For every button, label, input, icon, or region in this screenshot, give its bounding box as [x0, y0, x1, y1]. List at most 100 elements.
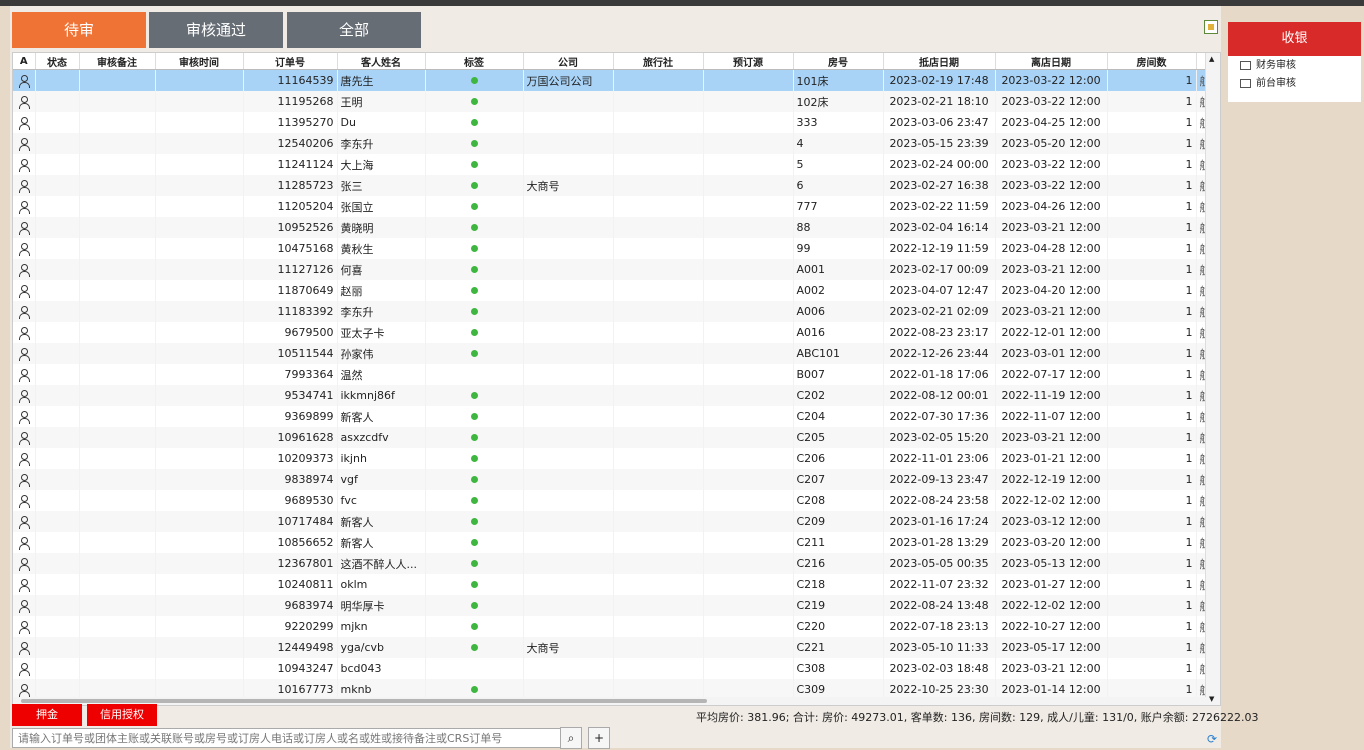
table-row[interactable]: 9679500 亚太子卡 A016 2022-08-23 23:17 2022-12-0… [13, 322, 1207, 343]
table-cell [13, 238, 36, 259]
column-header[interactable]: 状态 [35, 53, 80, 70]
column-header[interactable]: 订单号 [243, 53, 338, 70]
column-header[interactable]: 预订源 [703, 53, 794, 70]
table-cell [703, 616, 794, 637]
deposit-button[interactable]: 押金 [12, 704, 82, 726]
table-cell [703, 490, 794, 511]
table-cell [35, 217, 80, 238]
table-row[interactable]: 7993364 温然 B007 2022-01-18 17:06 2022-07-17 … [13, 364, 1207, 385]
table-cell [703, 574, 794, 595]
table-row[interactable]: 10961628 asxzcdfv C205 2023-02-05 15:20 2023… [13, 427, 1207, 448]
table-cell [613, 259, 704, 280]
search-button[interactable]: ⌕ [560, 727, 582, 749]
table-row[interactable]: 10209373 ikjnh C206 2022-11-01 23:06 2023-01… [13, 448, 1207, 469]
guest-name: yga/cvb [337, 637, 426, 658]
column-header[interactable]: 离店日期 [995, 53, 1108, 70]
table-cell [425, 595, 524, 616]
vertical-scrollbar[interactable]: ▲ ▼ [1205, 53, 1220, 705]
column-header[interactable]: 审核备注 [79, 53, 156, 70]
horizontal-scrollbar[interactable] [13, 697, 1206, 705]
room-number: 99 [793, 238, 884, 259]
table-cell [79, 259, 156, 280]
order-grid: A 状态 审核备注 审核时间 订单号 客人姓名 标签 公司 旅行社 预订源 房号 抵店日期 离店日期 房间… [12, 52, 1221, 706]
column-header[interactable]: 标签 [425, 53, 524, 70]
table-cell [79, 511, 156, 532]
table-cell [79, 490, 156, 511]
add-button[interactable]: + [588, 727, 610, 749]
table-row[interactable]: 11285723 张三 大商号 6 2023-02-27 16:38 2023-03-22… [13, 175, 1207, 196]
table-row[interactable]: 9683974 明华厚卡 C219 2022-08-24 13:48 2022-12-0… [13, 595, 1207, 616]
table-row[interactable]: 10952526 黄晓明 88 2023-02-04 16:14 2023-03-21 … [13, 217, 1207, 238]
table-row[interactable]: 10856652 新客人 C211 2023-01-28 13:29 2023-03-2… [13, 532, 1207, 553]
table-cell [79, 91, 156, 112]
search-input[interactable] [12, 728, 568, 748]
tab-approved[interactable]: 审核通过 [149, 12, 283, 48]
table-row[interactable]: 12367801 这酒不醉人人... C216 2023-05-05 00:35 202… [13, 553, 1207, 574]
column-header[interactable]: 抵店日期 [883, 53, 996, 70]
table-row[interactable]: 11127126 何喜 A001 2023-02-17 00:09 2023-03-21… [13, 259, 1207, 280]
cashier-header[interactable]: 收银 [1228, 22, 1361, 56]
tag-dot-icon [470, 518, 478, 525]
finance-audit-item[interactable]: 财务审核 [1228, 58, 1361, 74]
table-row[interactable]: 10511544 孙家伟 ABC101 2022-12-26 23:44 2023-03… [13, 343, 1207, 364]
table-cell [155, 343, 244, 364]
column-header[interactable]: 客人姓名 [337, 53, 426, 70]
table-row[interactable]: 10943247 bcd043 C308 2023-02-03 18:48 2023-0… [13, 658, 1207, 679]
table-cell [155, 364, 244, 385]
arrival-date: 2022-01-18 17:06 [883, 364, 996, 385]
company-name [523, 595, 614, 616]
company-name [523, 112, 614, 133]
scroll-up-icon[interactable]: ▲ [1209, 55, 1214, 63]
table-row[interactable]: 10717484 新客人 C209 2023-01-16 17:24 2023-03-1… [13, 511, 1207, 532]
table-cell [35, 406, 80, 427]
order-number: 10209373 [243, 448, 338, 469]
table-row[interactable]: 11395270 Du 333 2023-03-06 23:47 2023-04-25 … [13, 112, 1207, 133]
table-row[interactable]: 11183392 李东升 A006 2023-02-21 02:09 2023-03-2… [13, 301, 1207, 322]
column-header[interactable]: 审核时间 [155, 53, 244, 70]
departure-date: 2023-05-13 12:00 [995, 553, 1108, 574]
company-name [523, 133, 614, 154]
departure-date: 2023-04-28 12:00 [995, 238, 1108, 259]
table-cell [79, 196, 156, 217]
table-row[interactable]: 11164539 唐先生 万国公司公司 101床 2023-02-19 17:48 202… [13, 69, 1207, 91]
table-row[interactable]: 9689530 fvc C208 2022-08-24 23:58 2022-12-02… [13, 490, 1207, 511]
table-row[interactable]: 9534741 ikkmnj86f C202 2022-08-12 00:01 2022… [13, 385, 1207, 406]
credit-auth-button[interactable]: 信用授权 [87, 704, 157, 726]
refresh-icon[interactable]: ⟳ [1207, 732, 1217, 746]
order-number: 11183392 [243, 301, 338, 322]
table-row[interactable]: 10240811 oklm C218 2022-11-07 23:32 2023-01-… [13, 574, 1207, 595]
frontdesk-audit-item[interactable]: 前台审核 [1228, 76, 1361, 92]
table-cell [613, 343, 704, 364]
table-cell [13, 511, 36, 532]
table-cell [425, 532, 524, 553]
table-row[interactable]: 12540206 李东升 4 2023-05-15 23:39 2023-05-20 1… [13, 133, 1207, 154]
column-header[interactable]: A [13, 53, 36, 70]
column-header[interactable]: 房号 [793, 53, 884, 70]
table-row[interactable]: 10475168 黄秋生 99 2022-12-19 11:59 2023-04-28 … [13, 238, 1207, 259]
tab-pending[interactable]: 待审 [12, 12, 146, 48]
table-cell [79, 616, 156, 637]
room-number: C216 [793, 553, 884, 574]
departure-date: 2022-11-07 12:00 [995, 406, 1108, 427]
arrival-date: 2023-02-22 11:59 [883, 196, 996, 217]
table-row[interactable]: 9369899 新客人 C204 2022-07-30 17:36 2022-11-07… [13, 406, 1207, 427]
table-row[interactable]: 12449498 yga/cvb 大商号 C221 2023-05-10 11:33 20… [13, 637, 1207, 658]
table-cell [155, 637, 244, 658]
table-row[interactable]: 11195268 王明 102床 2023-02-21 18:10 2023-03-22… [13, 91, 1207, 112]
tab-all[interactable]: 全部 [287, 12, 421, 48]
column-header[interactable]: 房间数 [1107, 53, 1197, 70]
export-icon[interactable] [1204, 20, 1218, 34]
column-header[interactable]: 旅行社 [613, 53, 704, 70]
room-number: A002 [793, 280, 884, 301]
column-header[interactable]: 公司 [523, 53, 614, 70]
scroll-down-icon[interactable]: ▼ [1209, 695, 1214, 703]
table-cell [79, 301, 156, 322]
table-row[interactable]: 9220299 mjkn C220 2022-07-18 23:13 2022-10-2… [13, 616, 1207, 637]
table-row[interactable]: 9838974 vgf C207 2022-09-13 23:47 2022-12-19… [13, 469, 1207, 490]
table-row[interactable]: 11241124 大上海 5 2023-02-24 00:00 2023-03-22 1… [13, 154, 1207, 175]
table-row[interactable]: 11870649 赵丽 A002 2023-04-07 12:47 2023-04-20… [13, 280, 1207, 301]
table-row[interactable]: 11205204 张国立 777 2023-02-22 11:59 2023-04-26… [13, 196, 1207, 217]
table-cell [79, 217, 156, 238]
tag-dot-icon [470, 329, 478, 336]
horizontal-scroll-thumb[interactable] [21, 699, 707, 703]
